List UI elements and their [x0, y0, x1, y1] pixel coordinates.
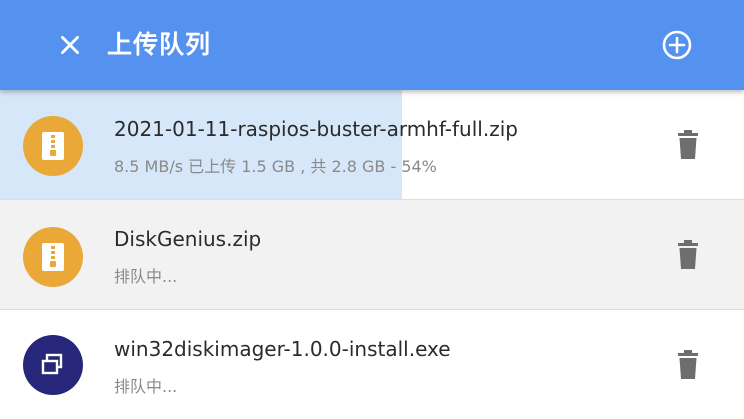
exe-file-icon — [23, 335, 83, 395]
upload-row[interactable]: DiskGenius.zip 排队中... — [0, 200, 744, 310]
upload-status: 排队中... — [114, 267, 178, 286]
upload-status: 排队中... — [114, 377, 178, 396]
file-name: win32diskimager-1.0.0-install.exe — [114, 337, 451, 361]
trash-icon — [678, 240, 698, 269]
upload-status: 8.5 MB/s 已上传 1.5 GB , 共 2.8 GB - 54% — [114, 157, 437, 176]
close-button[interactable] — [50, 25, 90, 65]
file-name: 2021-01-11-raspios-buster-armhf-full.zip — [114, 117, 518, 141]
add-upload-button[interactable] — [654, 22, 700, 68]
page-title: 上传队列 — [107, 30, 212, 59]
app-header: 上传队列 — [0, 0, 744, 90]
close-icon — [61, 36, 79, 54]
delete-button[interactable] — [668, 235, 708, 275]
upload-row[interactable]: win32diskimager-1.0.0-install.exe 排队中... — [0, 310, 744, 419]
trash-icon — [678, 130, 698, 159]
delete-button[interactable] — [668, 125, 708, 165]
file-name: DiskGenius.zip — [114, 227, 262, 251]
trash-icon — [678, 350, 698, 379]
zip-file-icon — [23, 227, 83, 287]
upload-list: 2021-01-11-raspios-buster-armhf-full.zip… — [0, 90, 744, 419]
upload-row[interactable]: 2021-01-11-raspios-buster-armhf-full.zip… — [0, 90, 744, 200]
zip-file-icon — [23, 116, 83, 176]
add-circle-icon — [662, 30, 692, 60]
delete-button[interactable] — [668, 345, 708, 385]
